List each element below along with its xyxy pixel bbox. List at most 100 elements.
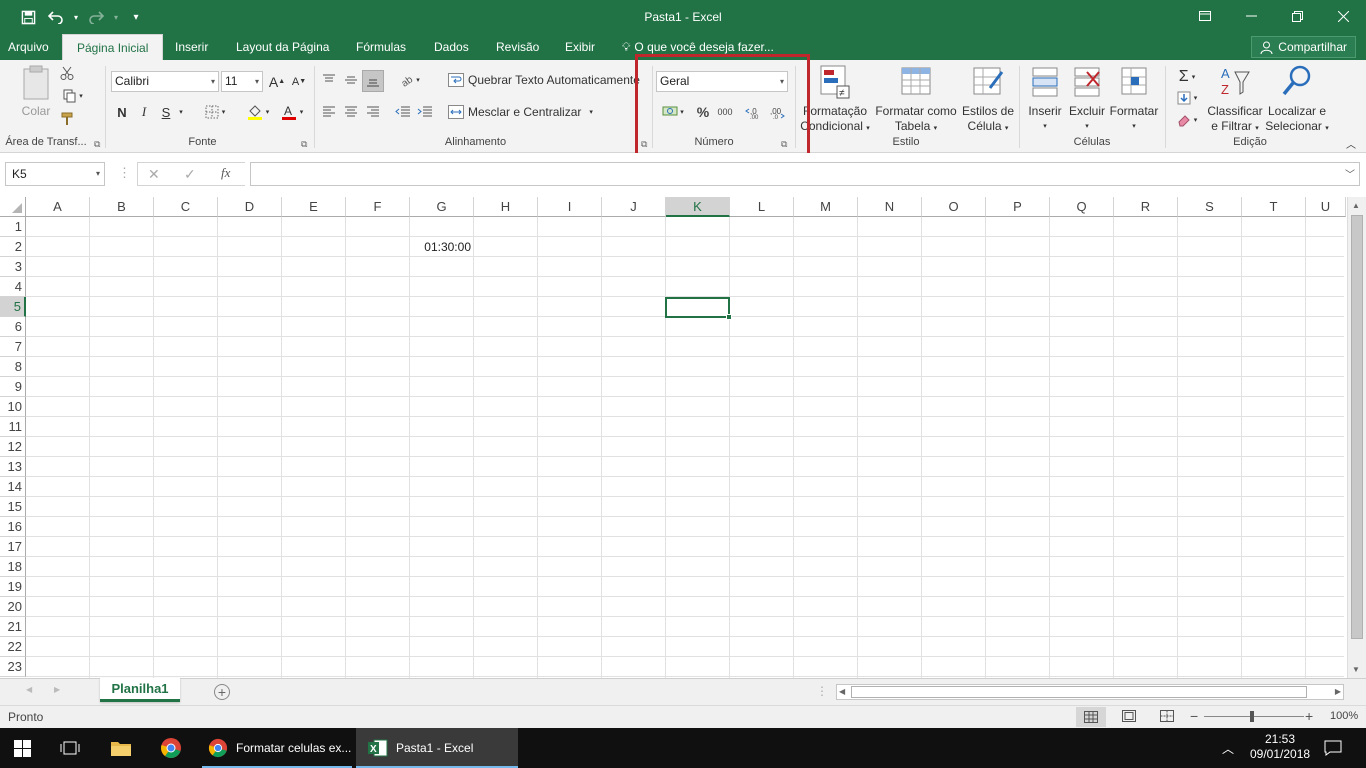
merge-center-button[interactable]: Mesclar e Centralizar ▾ bbox=[448, 102, 593, 122]
column-header[interactable]: E bbox=[282, 197, 346, 217]
fill-button[interactable]: ▾ bbox=[1172, 88, 1202, 108]
font-launcher-icon[interactable]: ⧉ bbox=[301, 139, 307, 150]
horizontal-scrollbar[interactable]: ◀ ▶ bbox=[836, 684, 1344, 700]
wrap-text-button[interactable]: Quebrar Texto Automaticamente bbox=[448, 70, 640, 90]
row-header[interactable]: 12 bbox=[0, 437, 26, 457]
column-header[interactable]: J bbox=[602, 197, 666, 217]
underline-button[interactable]: S bbox=[157, 102, 175, 122]
scroll-up-icon[interactable]: ▲ bbox=[1352, 201, 1360, 210]
action-center-icon[interactable] bbox=[1324, 728, 1342, 768]
find-select-button[interactable]: Localizar e Selecionar ▾ bbox=[1264, 64, 1330, 136]
row-header[interactable]: 1 bbox=[0, 217, 26, 237]
scroll-right-icon[interactable]: ▶ bbox=[1335, 687, 1341, 696]
shrink-font-button[interactable]: A ▼ bbox=[289, 71, 309, 92]
row-header[interactable]: 8 bbox=[0, 357, 26, 377]
column-header[interactable]: P bbox=[986, 197, 1050, 217]
sheet-tab-planilha1[interactable]: Planilha1 bbox=[100, 678, 180, 702]
normal-view-icon[interactable] bbox=[1076, 707, 1106, 727]
delete-cells-button[interactable]: Excluir ▾ bbox=[1066, 64, 1108, 134]
column-header[interactable]: C bbox=[154, 197, 218, 217]
vertical-scrollbar[interactable]: ▲ ▼ bbox=[1347, 197, 1366, 678]
column-header[interactable]: H bbox=[474, 197, 538, 217]
confirm-entry-icon[interactable]: ✓ bbox=[184, 166, 196, 183]
minimize-icon[interactable] bbox=[1228, 0, 1274, 32]
align-center-icon[interactable] bbox=[342, 102, 360, 122]
column-header[interactable]: N bbox=[858, 197, 922, 217]
row-header[interactable]: 14 bbox=[0, 477, 26, 497]
formula-input[interactable]: ﹀ bbox=[250, 162, 1360, 186]
italic-button[interactable]: I bbox=[135, 102, 153, 122]
sort-filter-button[interactable]: AZ Classificar e Filtrar ▾ bbox=[1204, 64, 1266, 136]
formula-bar-menu-icon[interactable]: ⋮ bbox=[118, 165, 131, 181]
row-header[interactable]: 4 bbox=[0, 277, 26, 297]
zoom-level[interactable]: 100% bbox=[1330, 710, 1358, 722]
row-header[interactable]: 6 bbox=[0, 317, 26, 337]
row-header[interactable]: 22 bbox=[0, 637, 26, 657]
insert-cells-button[interactable]: Inserir ▾ bbox=[1022, 64, 1068, 134]
tab-file[interactable]: Arquivo bbox=[8, 34, 49, 60]
align-top-icon[interactable] bbox=[320, 70, 338, 90]
zoom-out-icon[interactable]: − bbox=[1190, 708, 1198, 724]
row-header[interactable]: 10 bbox=[0, 397, 26, 417]
font-color-button[interactable]: A ▾ bbox=[276, 102, 308, 122]
page-layout-view-icon[interactable] bbox=[1122, 710, 1136, 725]
cell-g2[interactable]: 01:30:00 bbox=[410, 238, 473, 257]
column-header[interactable]: T bbox=[1242, 197, 1306, 217]
cut-icon[interactable] bbox=[58, 64, 76, 82]
column-header[interactable]: I bbox=[538, 197, 602, 217]
row-header[interactable]: 16 bbox=[0, 517, 26, 537]
insert-function-icon[interactable]: fx bbox=[221, 165, 230, 181]
tab-review[interactable]: Revisão bbox=[496, 34, 539, 60]
zoom-in-icon[interactable]: + bbox=[1305, 708, 1313, 724]
row-header[interactable]: 19 bbox=[0, 577, 26, 597]
column-header[interactable]: R bbox=[1114, 197, 1178, 217]
row-header[interactable]: 13 bbox=[0, 457, 26, 477]
column-header[interactable]: A bbox=[26, 197, 90, 217]
collapse-ribbon-icon[interactable]: ︿ bbox=[1344, 136, 1358, 151]
clear-button[interactable]: ▾ bbox=[1172, 110, 1202, 130]
show-hidden-icons[interactable]: ︿ bbox=[1222, 728, 1234, 768]
font-name-combo[interactable]: Calibri ▾ bbox=[111, 71, 219, 92]
row-header[interactable]: 21 bbox=[0, 617, 26, 637]
row-header[interactable]: 5 bbox=[0, 297, 26, 317]
column-header[interactable]: Q bbox=[1050, 197, 1114, 217]
align-bottom-icon[interactable] bbox=[362, 70, 384, 92]
task-view-icon[interactable] bbox=[60, 728, 84, 768]
paste-button[interactable]: Colar bbox=[14, 64, 58, 119]
column-header[interactable]: K bbox=[666, 197, 730, 217]
row-header[interactable]: 2 bbox=[0, 237, 26, 257]
worksheet-grid[interactable]: ABCDEFGHIJKLMNOPQRSTU 1 2 3 4 5 6 7 8 9 10 11 12 13 1… bbox=[0, 197, 1366, 678]
zoom-slider[interactable] bbox=[1204, 716, 1304, 717]
align-right-icon[interactable] bbox=[364, 102, 382, 122]
row-header[interactable]: 20 bbox=[0, 597, 26, 617]
ribbon-display-icon[interactable] bbox=[1182, 0, 1228, 32]
next-sheet-icon[interactable]: ▶ bbox=[54, 685, 60, 694]
row-header[interactable]: 7 bbox=[0, 337, 26, 357]
close-icon[interactable] bbox=[1320, 0, 1366, 32]
column-header[interactable]: O bbox=[922, 197, 986, 217]
column-header[interactable]: S bbox=[1178, 197, 1242, 217]
align-middle-icon[interactable] bbox=[342, 70, 360, 90]
tab-formulas[interactable]: Fórmulas bbox=[356, 34, 406, 60]
format-as-table-button[interactable]: Formatar como Tabela ▾ bbox=[874, 64, 958, 136]
vertical-scroll-thumb[interactable] bbox=[1351, 215, 1363, 639]
active-cell-k5[interactable] bbox=[665, 297, 732, 320]
page-break-view-icon[interactable] bbox=[1160, 710, 1174, 725]
clipboard-launcher-icon[interactable]: ⧉ bbox=[94, 139, 100, 150]
chrome-icon[interactable] bbox=[160, 728, 184, 768]
taskbar-clock[interactable]: 21:53 09/01/2018 bbox=[1250, 732, 1310, 762]
autosum-button[interactable]: Σ ▾ bbox=[1172, 66, 1202, 88]
column-header[interactable]: B bbox=[90, 197, 154, 217]
zoom-slider-thumb[interactable] bbox=[1250, 711, 1254, 722]
format-painter-icon[interactable] bbox=[58, 110, 76, 128]
bold-button[interactable]: N bbox=[113, 102, 131, 122]
tab-view[interactable]: Exibir bbox=[565, 34, 595, 60]
tab-insert[interactable]: Inserir bbox=[175, 34, 208, 60]
cell-styles-button[interactable]: Estilos de Célula ▾ bbox=[960, 64, 1016, 136]
tab-data[interactable]: Dados bbox=[434, 34, 469, 60]
column-header[interactable]: M bbox=[794, 197, 858, 217]
font-size-combo[interactable]: 11 ▾ bbox=[221, 71, 263, 92]
prev-sheet-icon[interactable]: ◀ bbox=[26, 685, 32, 694]
file-explorer-icon[interactable] bbox=[110, 728, 134, 768]
column-header[interactable]: L bbox=[730, 197, 794, 217]
